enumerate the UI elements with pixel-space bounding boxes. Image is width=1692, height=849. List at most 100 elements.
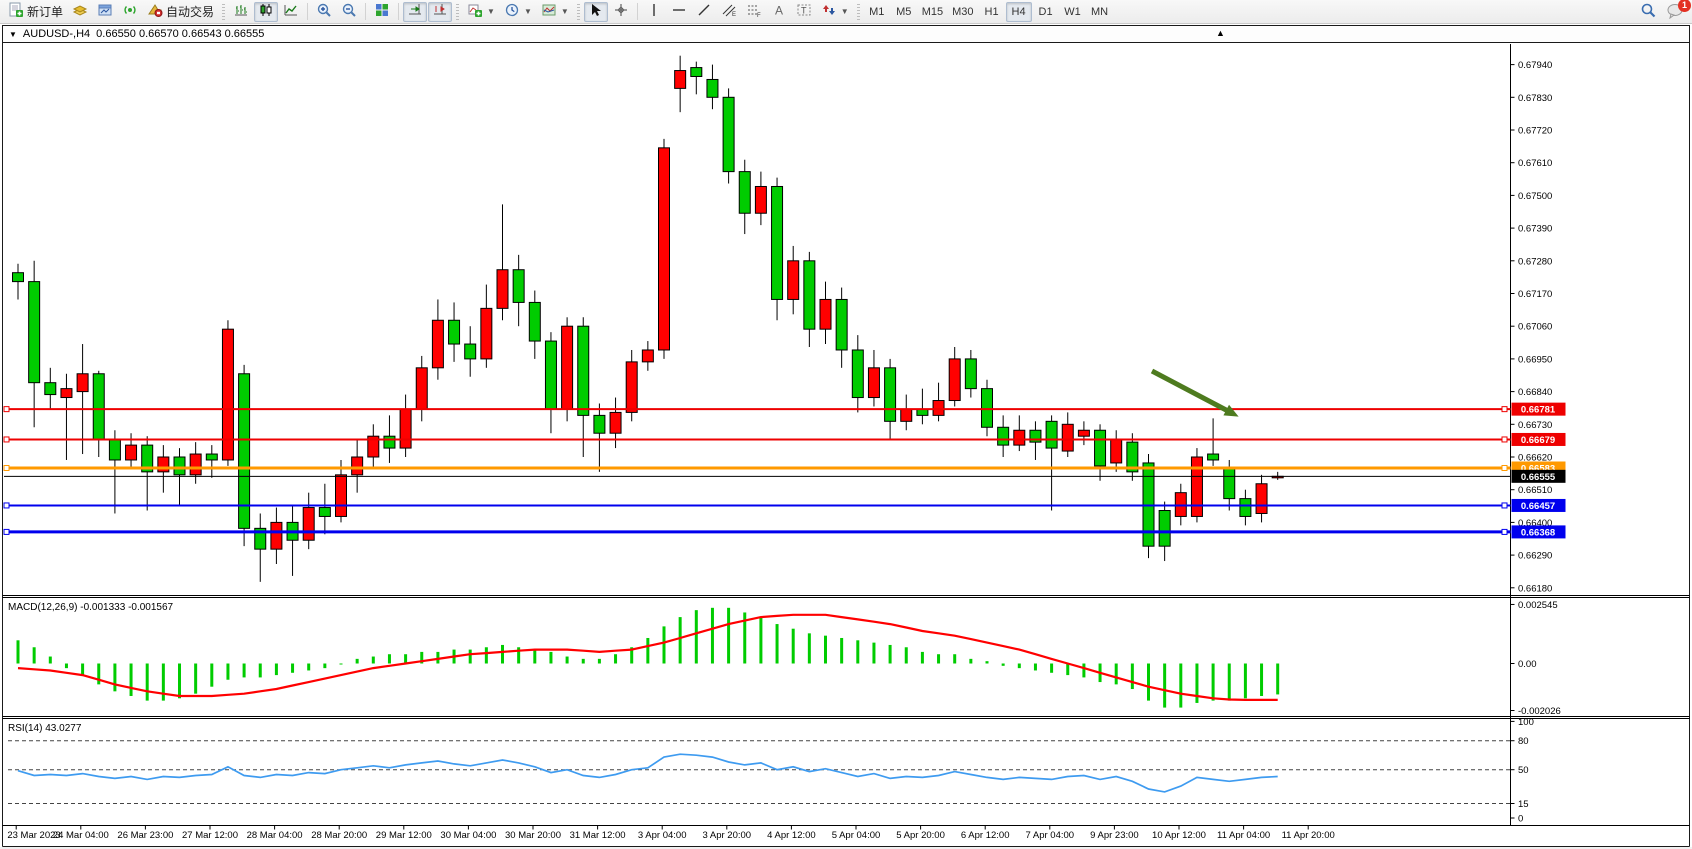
market-watch-button[interactable] xyxy=(68,2,92,22)
candle xyxy=(1014,430,1025,445)
line-chart-button[interactable] xyxy=(279,2,303,22)
svg-text:9 Apr 23:00: 9 Apr 23:00 xyxy=(1090,830,1139,841)
candle xyxy=(836,299,847,350)
horizontal-line-button[interactable] xyxy=(667,2,691,22)
autotrade-button[interactable]: 自动交易 xyxy=(143,2,218,22)
level-handle[interactable] xyxy=(4,465,9,470)
yellow-stack-icon xyxy=(72,2,88,21)
timeframe-m1-button[interactable]: M1 xyxy=(864,2,890,22)
svg-text:0.67720: 0.67720 xyxy=(1518,126,1552,137)
timeframe-h1-button[interactable]: H1 xyxy=(979,2,1005,22)
svg-text:5 Apr 04:00: 5 Apr 04:00 xyxy=(832,830,881,841)
candle xyxy=(1240,499,1251,517)
svg-text:4 Apr 12:00: 4 Apr 12:00 xyxy=(767,830,816,841)
zoom-in-button[interactable] xyxy=(312,2,336,22)
vertical-line-button[interactable] xyxy=(642,2,666,22)
candle xyxy=(594,415,605,433)
timeframe-m15-button[interactable]: M15 xyxy=(918,2,947,22)
bar-chart-button[interactable] xyxy=(229,2,253,22)
candle xyxy=(1256,484,1267,514)
level-handle[interactable] xyxy=(4,407,9,412)
svg-text:50: 50 xyxy=(1518,765,1529,776)
level-handle[interactable] xyxy=(1502,529,1507,534)
crosshair-button[interactable] xyxy=(609,2,633,22)
templates-button[interactable]: ▼ xyxy=(537,2,573,22)
candle xyxy=(739,172,750,214)
candle xyxy=(465,344,476,359)
clock-icon xyxy=(504,2,520,21)
candle xyxy=(562,326,573,409)
top-toolbar: 新订单 自动交易 xyxy=(0,0,1692,24)
candle xyxy=(174,457,185,475)
svg-text:29 Mar 12:00: 29 Mar 12:00 xyxy=(376,830,432,841)
svg-text:E: E xyxy=(732,12,736,18)
search-button[interactable] xyxy=(1636,2,1661,22)
svg-text:A: A xyxy=(775,4,783,18)
candle xyxy=(416,368,427,410)
timeframe-d1-button[interactable]: D1 xyxy=(1033,2,1059,22)
timeframe-m30-button[interactable]: M30 xyxy=(948,2,977,22)
indicators-button[interactable]: ▼ xyxy=(463,2,499,22)
toolbar-separator xyxy=(637,3,638,20)
candle xyxy=(1078,430,1089,436)
new-order-button[interactable]: 新订单 xyxy=(4,2,67,22)
level-handle[interactable] xyxy=(1502,465,1507,470)
zoom-out-button[interactable] xyxy=(337,2,361,22)
svg-text:27 Mar 12:00: 27 Mar 12:00 xyxy=(182,830,238,841)
bar-chart-icon xyxy=(233,2,249,21)
svg-text:0.002545: 0.002545 xyxy=(1518,600,1558,611)
text-label-button[interactable]: T xyxy=(792,2,816,22)
svg-text:11 Apr 04:00: 11 Apr 04:00 xyxy=(1217,830,1270,841)
level-handle[interactable] xyxy=(4,437,9,442)
svg-text:0.67060: 0.67060 xyxy=(1518,322,1552,333)
level-handle[interactable] xyxy=(1502,503,1507,508)
toolbar-grip xyxy=(857,4,860,20)
tile-windows-button[interactable] xyxy=(370,2,394,22)
signal-icon xyxy=(122,2,138,21)
svg-text:0.66457: 0.66457 xyxy=(1521,501,1555,512)
vertical-line-icon xyxy=(646,2,662,21)
cursor-button[interactable] xyxy=(584,2,608,22)
timeframe-m5-button[interactable]: M5 xyxy=(891,2,917,22)
notifications-button[interactable]: 1 xyxy=(1662,2,1688,22)
candle xyxy=(885,368,896,422)
level-handle[interactable] xyxy=(4,529,9,534)
toolbar-grip xyxy=(222,4,225,20)
trendline-button[interactable] xyxy=(692,2,716,22)
timeframe-mn-button[interactable]: MN xyxy=(1087,2,1113,22)
chart-canvas[interactable]: 0.679400.678300.677200.676100.675000.673… xyxy=(0,0,1692,849)
line-chart-icon xyxy=(283,2,299,21)
candle xyxy=(901,409,912,421)
candle xyxy=(126,445,137,460)
chart-expander-icon[interactable]: ▼ xyxy=(9,30,17,39)
candle xyxy=(755,186,766,213)
level-handle[interactable] xyxy=(1502,437,1507,442)
level-handle[interactable] xyxy=(4,503,9,508)
svg-text:26 Mar 23:00: 26 Mar 23:00 xyxy=(117,830,173,841)
equidistant-channel-button[interactable]: E xyxy=(717,2,741,22)
svg-text:0.67830: 0.67830 xyxy=(1518,93,1552,104)
trendline-icon xyxy=(696,2,712,21)
periods-button[interactable]: ▼ xyxy=(500,2,536,22)
fibonacci-button[interactable]: F xyxy=(742,2,766,22)
timeframe-w1-button[interactable]: W1 xyxy=(1060,2,1086,22)
candle xyxy=(933,401,944,416)
svg-text:0.67940: 0.67940 xyxy=(1518,60,1552,71)
candlestick-chart-button[interactable] xyxy=(254,2,278,22)
arrows-tool-button[interactable]: ▼ xyxy=(817,2,853,22)
signals-button[interactable] xyxy=(118,2,142,22)
auto-scroll-button[interactable] xyxy=(403,2,427,22)
candle xyxy=(481,308,492,359)
chevron-down-icon: ▼ xyxy=(524,7,532,16)
timeframe-h4-button[interactable]: H4 xyxy=(1006,2,1032,22)
svg-text:3 Apr 04:00: 3 Apr 04:00 xyxy=(638,830,687,841)
level-handle[interactable] xyxy=(1502,407,1507,412)
candle xyxy=(1095,430,1106,466)
chart-shift-button[interactable] xyxy=(428,2,452,22)
candle xyxy=(610,412,621,433)
text-button[interactable]: A xyxy=(767,2,791,22)
svg-text:0.66510: 0.66510 xyxy=(1518,485,1552,496)
candle xyxy=(998,427,1009,445)
data-window-button[interactable] xyxy=(93,2,117,22)
svg-text:0.66781: 0.66781 xyxy=(1521,405,1556,416)
